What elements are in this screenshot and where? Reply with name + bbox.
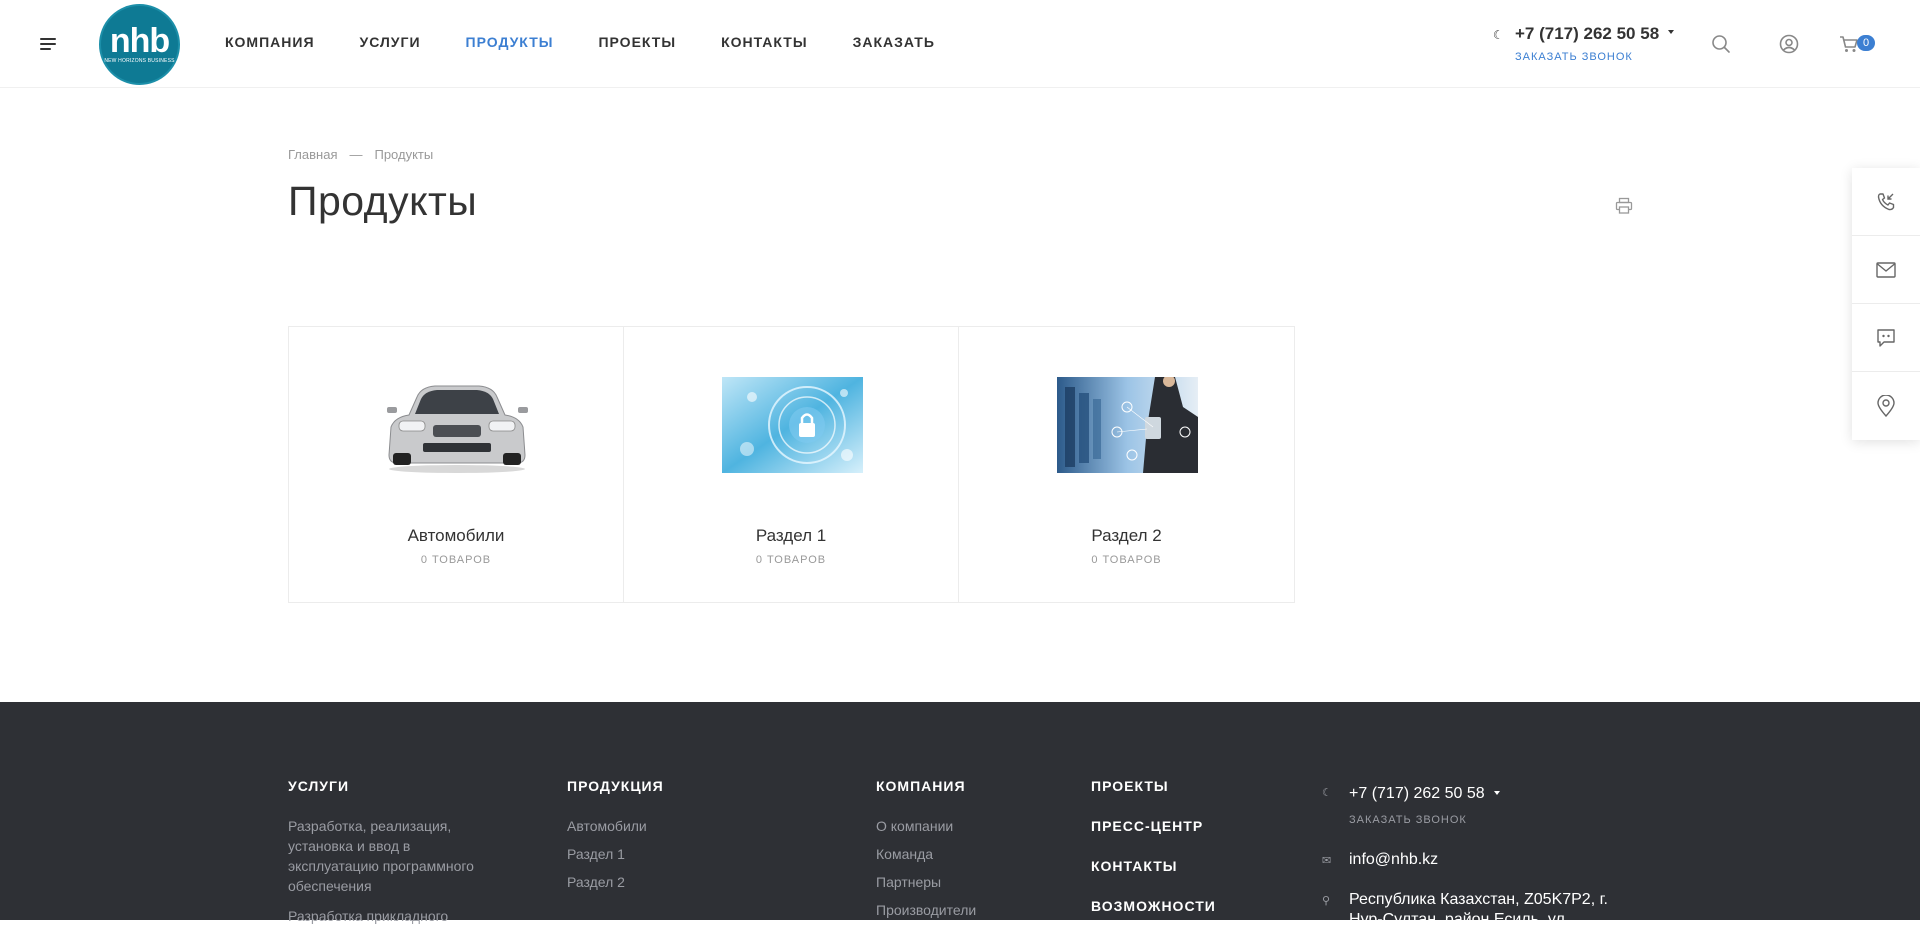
footer-callback-link[interactable]: ЗАКАЗАТЬ ЗВОНОК	[1349, 814, 1467, 826]
footer-products-link[interactable]: Раздел 2	[567, 872, 625, 892]
menu-burger-icon[interactable]	[40, 38, 56, 50]
nav-item-projects[interactable]: ПРОЕКТЫ	[598, 34, 676, 50]
footer-products-link[interactable]: Раздел 1	[567, 844, 625, 864]
print-icon[interactable]	[1615, 197, 1633, 215]
location-button[interactable]	[1852, 372, 1920, 440]
section-name[interactable]: Раздел 2	[959, 526, 1294, 546]
footer-projects-heading[interactable]: ПРОЕКТЫ	[1091, 778, 1169, 794]
nav-item-order[interactable]: ЗАКАЗАТЬ	[853, 34, 935, 50]
search-icon[interactable]	[1711, 34, 1731, 54]
footer-services-item[interactable]: Разработка прикладного	[288, 906, 488, 926]
site-header: nhb NEW HORIZONS BUSINESS КОМПАНИЯ УСЛУГ…	[0, 0, 1920, 88]
logo-text: nhb	[109, 22, 170, 60]
section-card-1[interactable]: Раздел 1 0 ТОВАРОВ	[624, 327, 959, 602]
footer-services-item[interactable]: Разработка, реализация, установка и ввод…	[288, 816, 488, 896]
chevron-down-icon[interactable]	[1494, 791, 1500, 795]
footer-contacts-heading[interactable]: КОНТАКТЫ	[1091, 858, 1177, 874]
footer-company-link[interactable]: Партнеры	[876, 872, 941, 892]
nav-item-contacts[interactable]: КОНТАКТЫ	[721, 34, 807, 50]
chat-icon	[1877, 328, 1895, 347]
footer-opportunities-heading[interactable]: ВОЗМОЖНОСТИ	[1091, 898, 1216, 914]
breadcrumb-current: Продукты	[374, 147, 434, 162]
header-callback-link[interactable]: ЗАКАЗАТЬ ЗВОНОК	[1515, 51, 1633, 63]
callback-icon	[1877, 192, 1895, 210]
callback-button[interactable]	[1852, 168, 1920, 236]
header-phone-number[interactable]: +7 (717) 262 50 58	[1515, 24, 1659, 44]
section-name[interactable]: Раздел 1	[624, 526, 958, 546]
section-count: 0 ТОВАРОВ	[1091, 554, 1162, 566]
server-tech-image	[1057, 377, 1198, 473]
right-floating-panel	[1852, 168, 1920, 440]
breadcrumb: Главная — Продукты	[288, 147, 433, 162]
section-card-cars[interactable]: Автомобили 0 ТОВАРОВ	[289, 327, 624, 602]
footer-address-line: Нур-Султан, район Есиль, ул.	[1349, 911, 1570, 928]
section-count: 0 ТОВАРОВ	[755, 554, 827, 566]
breadcrumb-separator: —	[349, 147, 363, 162]
footer-company-link[interactable]: Команда	[876, 844, 933, 864]
mail-button[interactable]	[1852, 236, 1920, 304]
page-title: Продукты	[288, 178, 478, 224]
section-count: 0 ТОВАРОВ	[420, 554, 492, 566]
footer-products-link[interactable]: Автомобили	[567, 816, 647, 836]
site-logo[interactable]: nhb NEW HORIZONS BUSINESS	[99, 4, 180, 85]
footer-products-heading[interactable]: ПРОДУКЦИЯ	[567, 778, 664, 794]
main-nav: КОМПАНИЯ УСЛУГИ ПРОДУКТЫ ПРОЕКТЫ КОНТАКТ…	[225, 34, 980, 50]
footer-press-heading[interactable]: ПРЕСС-ЦЕНТР	[1091, 818, 1203, 834]
cart-count-badge: 0	[1857, 35, 1875, 51]
breadcrumb-home[interactable]: Главная	[288, 147, 337, 162]
section-card-2[interactable]: Раздел 2 0 ТОВАРОВ	[959, 327, 1294, 602]
nav-item-company[interactable]: КОМПАНИЯ	[225, 34, 315, 50]
chat-button[interactable]	[1852, 304, 1920, 372]
footer-phone-number[interactable]: +7 (717) 262 50 58	[1349, 784, 1485, 804]
footer-address-line: Республика Казахстан, Z05K7P2, г.	[1349, 891, 1608, 908]
footer-services-heading[interactable]: УСЛУГИ	[288, 778, 349, 794]
product-sections-grid: Автомобили 0 ТОВАРОВ Раздел 1 0 ТОВАРОВ …	[288, 326, 1295, 603]
nav-item-products[interactable]: ПРОДУКТЫ	[466, 34, 554, 50]
logo-subtitle: NEW HORIZONS BUSINESS	[104, 58, 175, 64]
phone-icon: ☾	[1322, 787, 1332, 799]
section-name[interactable]: Автомобили	[289, 526, 623, 546]
footer-company-heading[interactable]: КОМПАНИЯ	[876, 778, 966, 794]
site-footer: УСЛУГИ Разработка, реализация, установка…	[0, 702, 1920, 928]
nav-item-services[interactable]: УСЛУГИ	[360, 34, 421, 50]
mail-icon: ✉	[1322, 855, 1332, 867]
footer-company-link[interactable]: О компании	[876, 816, 953, 836]
mail-icon	[1876, 261, 1896, 278]
chevron-down-icon[interactable]	[1668, 30, 1674, 34]
security-lock-image	[722, 377, 863, 473]
location-icon	[1877, 395, 1895, 417]
footer-email[interactable]: info@nhb.kz	[1349, 850, 1438, 870]
user-icon[interactable]	[1779, 34, 1799, 54]
location-icon: ⚲	[1322, 895, 1331, 907]
car-image	[387, 385, 528, 473]
phone-icon: ☾	[1493, 28, 1504, 42]
footer-company-link[interactable]: Производители	[876, 900, 976, 920]
cart-icon[interactable]	[1839, 34, 1859, 54]
